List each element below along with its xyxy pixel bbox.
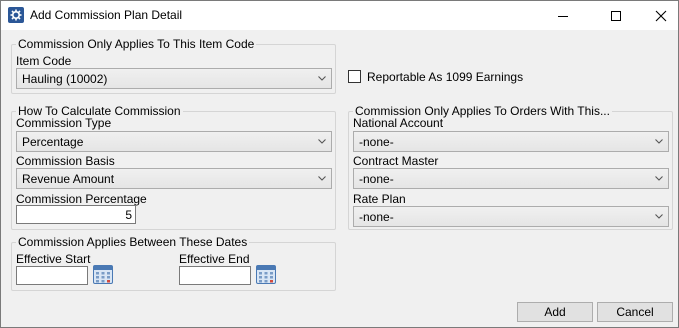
chevron-down-icon xyxy=(318,76,326,81)
dialog-window: Add Commission Plan Detail Commission On… xyxy=(0,0,679,328)
effective-end-field[interactable] xyxy=(179,266,251,285)
commission-type-combo[interactable]: Percentage xyxy=(16,131,332,152)
minimize-button[interactable] xyxy=(540,1,586,30)
contract-master-combo[interactable]: -none- xyxy=(353,168,669,189)
rate-plan-value: -none- xyxy=(359,210,394,224)
cancel-button[interactable]: Cancel xyxy=(597,302,673,322)
national-account-value: -none- xyxy=(359,135,394,149)
effective-start-field[interactable] xyxy=(16,266,88,285)
item-code-combo[interactable]: Hauling (10002) xyxy=(16,68,332,89)
commission-percentage-label: Commission Percentage xyxy=(16,192,147,206)
commission-percentage-value: 5 xyxy=(125,208,132,222)
dates-group-legend: Commission Applies Between These Dates xyxy=(16,235,250,249)
effective-start-label: Effective Start xyxy=(16,252,91,266)
item-code-group: Commission Only Applies To This Item Cod… xyxy=(11,37,336,94)
contract-master-value: -none- xyxy=(359,172,394,186)
add-button[interactable]: Add xyxy=(517,302,593,322)
calendar-icon[interactable] xyxy=(93,265,113,284)
gear-app-icon xyxy=(8,7,24,23)
calculate-commission-group: How To Calculate Commission Commission T… xyxy=(11,104,336,230)
close-button[interactable] xyxy=(638,1,679,30)
chevron-down-icon xyxy=(318,176,326,181)
rate-plan-label: Rate Plan xyxy=(353,192,406,206)
close-icon xyxy=(655,10,667,21)
reportable-1099-label[interactable]: Reportable As 1099 Earnings xyxy=(367,70,523,84)
chevron-down-icon xyxy=(318,139,326,144)
chevron-down-icon xyxy=(655,176,663,181)
national-account-combo[interactable]: -none- xyxy=(353,131,669,152)
national-account-label: National Account xyxy=(353,116,444,130)
commission-basis-value: Revenue Amount xyxy=(22,172,115,186)
commission-type-label: Commission Type xyxy=(16,116,112,130)
title-bar: Add Commission Plan Detail xyxy=(1,1,678,30)
chevron-down-icon xyxy=(655,139,663,144)
commission-type-value: Percentage xyxy=(22,135,84,149)
commission-basis-combo[interactable]: Revenue Amount xyxy=(16,168,332,189)
effective-end-label: Effective End xyxy=(179,252,250,266)
effective-dates-group: Commission Applies Between These Dates E… xyxy=(11,235,336,291)
commission-percentage-field[interactable]: 5 xyxy=(16,205,136,224)
item-code-value: Hauling (10002) xyxy=(22,72,108,86)
window-title: Add Commission Plan Detail xyxy=(30,8,183,22)
maximize-button[interactable] xyxy=(593,1,639,30)
rate-plan-combo[interactable]: -none- xyxy=(353,206,669,227)
item-code-group-legend: Commission Only Applies To This Item Cod… xyxy=(16,37,257,51)
orders-filter-group: Commission Only Applies To Orders With T… xyxy=(348,104,673,230)
maximize-icon xyxy=(611,10,621,21)
calendar-icon[interactable] xyxy=(256,265,276,284)
contract-master-label: Contract Master xyxy=(353,154,439,168)
commission-basis-label: Commission Basis xyxy=(16,154,115,168)
item-code-label: Item Code xyxy=(16,54,72,68)
chevron-down-icon xyxy=(655,214,663,219)
reportable-1099-checkbox[interactable] xyxy=(348,70,361,83)
minimize-icon xyxy=(558,15,568,17)
